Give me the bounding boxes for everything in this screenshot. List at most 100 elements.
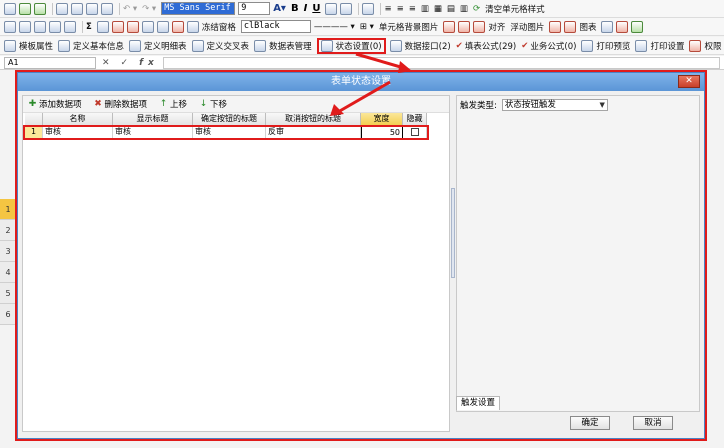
cell-icon[interactable] bbox=[96, 20, 109, 33]
move-up-button[interactable]: ↑ 上移 bbox=[159, 98, 187, 110]
cell-display-title[interactable]: 审核 bbox=[113, 126, 193, 139]
list-icon[interactable] bbox=[186, 20, 199, 33]
redo-icon[interactable]: ↷ ▾ bbox=[142, 4, 156, 14]
row-header[interactable]: 5 bbox=[0, 283, 17, 304]
formula-confirm-icon[interactable]: ✓ bbox=[121, 58, 134, 68]
trigger-type-select[interactable]: 状态按钮触发 ▼ bbox=[501, 99, 608, 111]
bold-button[interactable]: B bbox=[291, 3, 299, 14]
data-table-manage-button[interactable]: 数据表管理 bbox=[269, 40, 312, 52]
tab-trigger-settings[interactable]: 触发设置 bbox=[456, 396, 501, 410]
row-header[interactable]: 6 bbox=[0, 304, 17, 325]
undo-icon[interactable]: ↶ ▾ bbox=[123, 4, 137, 14]
fx-icon[interactable]: fx bbox=[139, 58, 159, 68]
italic-button[interactable]: I bbox=[304, 3, 308, 14]
image-icon[interactable] bbox=[141, 20, 154, 33]
business-formula-button[interactable]: 业务公式(0) bbox=[530, 40, 576, 52]
define-cross-button[interactable]: 定义交叉表 bbox=[207, 40, 250, 52]
font-color-icon[interactable]: A▾ bbox=[273, 3, 286, 14]
align-left-icon[interactable]: ≡ bbox=[384, 4, 391, 14]
data-interface-button[interactable]: 数据接口(2) bbox=[405, 40, 451, 52]
status-settings-button[interactable]: 状态设置(0) bbox=[336, 40, 382, 52]
border-select[interactable]: ⊞ ▾ bbox=[360, 22, 374, 32]
float-icon-2[interactable] bbox=[564, 20, 577, 33]
move-down-button[interactable]: ↓ 下移 bbox=[199, 98, 227, 110]
align-button[interactable]: 对齐 bbox=[488, 21, 505, 33]
row-header[interactable]: 4 bbox=[0, 262, 17, 283]
cut-icon[interactable] bbox=[56, 2, 68, 15]
lock-icon[interactable] bbox=[362, 2, 375, 15]
insert-icon[interactable] bbox=[111, 20, 124, 33]
fill-color-icon[interactable] bbox=[325, 2, 338, 15]
vertical-align-icon[interactable]: ▤ bbox=[447, 4, 455, 14]
border-icon[interactable] bbox=[340, 2, 353, 15]
row-header[interactable]: 3 bbox=[0, 241, 17, 262]
copy-icon[interactable] bbox=[71, 2, 83, 15]
column-header-ok-title[interactable]: 确定按钮的标题 bbox=[193, 113, 266, 126]
formula-input[interactable] bbox=[162, 56, 720, 69]
bg-icon-1[interactable] bbox=[443, 20, 456, 33]
export-icon[interactable] bbox=[34, 2, 46, 15]
bar-chart-icon[interactable] bbox=[601, 20, 614, 33]
column-header-width[interactable]: 宽度 bbox=[361, 113, 403, 126]
pie-chart-icon[interactable] bbox=[616, 20, 629, 33]
color-select[interactable]: clBlack bbox=[240, 20, 311, 33]
column-header-name[interactable]: 名称 bbox=[43, 113, 113, 126]
table-icon[interactable] bbox=[19, 20, 31, 33]
close-button[interactable]: ✕ bbox=[678, 75, 700, 88]
fill-formula-button[interactable]: 填表公式(29) bbox=[465, 40, 516, 52]
freeze-panes-button[interactable]: 冻结窗格 bbox=[202, 21, 236, 33]
wrap-icon[interactable]: ▥ bbox=[460, 4, 468, 14]
cell-ok-title[interactable]: 审核 bbox=[193, 126, 266, 139]
hidden-checkbox[interactable] bbox=[410, 128, 419, 136]
justify-icon[interactable]: ▦ bbox=[434, 4, 442, 14]
float-icon-1[interactable] bbox=[549, 20, 562, 33]
format-painter-icon[interactable] bbox=[101, 2, 113, 15]
define-basic-button[interactable]: 定义基本信息 bbox=[73, 40, 124, 52]
bg-icon-3[interactable] bbox=[473, 20, 486, 33]
table-row[interactable]: 1 审核 审核 审核 反审 50 bbox=[25, 126, 449, 139]
save-as-icon[interactable] bbox=[19, 2, 31, 15]
cell-background-button[interactable]: 单元格背景图片 bbox=[379, 21, 439, 33]
bg-icon-2[interactable] bbox=[458, 20, 471, 33]
define-detail-button[interactable]: 定义明细表 bbox=[144, 40, 187, 52]
rows-icon[interactable] bbox=[49, 20, 61, 33]
row-header[interactable]: 1 bbox=[0, 199, 17, 220]
link-icon[interactable] bbox=[156, 20, 169, 33]
column-icon[interactable] bbox=[34, 20, 46, 33]
formula-cancel-icon[interactable]: ✕ bbox=[102, 58, 115, 68]
distribute-icon[interactable]: ▥ bbox=[421, 4, 429, 14]
cell-name[interactable]: 审核 bbox=[43, 126, 113, 139]
delete-icon[interactable] bbox=[126, 20, 139, 33]
font-name-select[interactable]: MS Sans Serif bbox=[161, 2, 236, 15]
refresh-icon[interactable]: ⟳ bbox=[473, 4, 480, 14]
sum-button[interactable]: Σ bbox=[86, 22, 92, 32]
cell-width[interactable]: 50 bbox=[361, 126, 403, 139]
line-style-select[interactable]: ———— ▾ bbox=[314, 22, 355, 32]
line-chart-icon[interactable] bbox=[631, 20, 644, 33]
column-header-hidden[interactable]: 隐藏 bbox=[403, 113, 427, 126]
column-header-cancel-title[interactable]: 取消按钮的标题 bbox=[266, 113, 361, 126]
delete-item-button[interactable]: ✖ 删除数据项 bbox=[94, 98, 147, 110]
underline-button[interactable]: U bbox=[312, 3, 320, 14]
template-props-button[interactable]: 模板属性 bbox=[19, 40, 53, 52]
grid-icon[interactable] bbox=[4, 20, 16, 33]
clear-style-button[interactable]: 清空单元格样式 bbox=[485, 3, 545, 15]
print-settings-button[interactable]: 打印设置 bbox=[650, 40, 684, 52]
paste-icon[interactable] bbox=[86, 2, 98, 15]
print-preview-button[interactable]: 打印预览 bbox=[596, 40, 630, 52]
font-size-select[interactable]: 9 bbox=[238, 2, 271, 15]
chart-button[interactable]: 图表 bbox=[579, 21, 596, 33]
ok-button[interactable]: 确定 bbox=[570, 416, 610, 430]
cell-reference-box[interactable]: A1 bbox=[4, 56, 96, 69]
pane-splitter[interactable] bbox=[451, 188, 455, 278]
align-right-icon[interactable]: ≡ bbox=[409, 4, 416, 14]
permissions-button[interactable]: 权限 bbox=[704, 40, 721, 52]
merge-icon[interactable] bbox=[64, 20, 76, 33]
cancel-button[interactable]: 取消 bbox=[633, 416, 673, 430]
column-header-display-title[interactable]: 显示标题 bbox=[113, 113, 193, 126]
cell-cancel-title[interactable]: 反审 bbox=[266, 126, 361, 139]
align-center-icon[interactable]: ≡ bbox=[397, 4, 404, 14]
float-image-button[interactable]: 浮动图片 bbox=[510, 21, 544, 33]
save-icon[interactable] bbox=[4, 2, 16, 15]
row-header[interactable]: 2 bbox=[0, 220, 17, 241]
